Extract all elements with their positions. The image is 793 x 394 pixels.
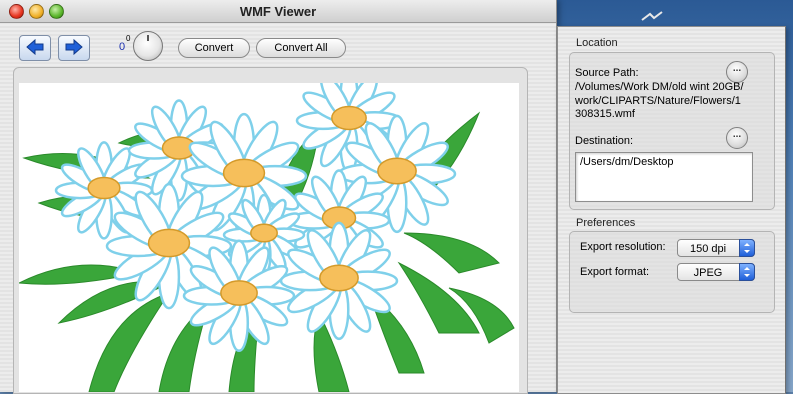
source-path-value: /Volumes/Work DM/old wint 20GB/work/CLIP… [575, 81, 744, 120]
export-format-popup[interactable]: JPEG [677, 263, 755, 281]
export-resolution-value: 150 dpi [689, 243, 727, 255]
location-title: Location [576, 37, 618, 49]
export-format-value: JPEG [693, 267, 723, 279]
destination-browse-button[interactable]: ... [726, 127, 748, 149]
destination-field[interactable]: /Users/dm/Desktop [575, 152, 753, 202]
forward-button[interactable] [58, 35, 90, 61]
convert-all-button[interactable]: Convert All [256, 38, 346, 58]
popup-arrows-icon [739, 263, 755, 281]
rotation-knob[interactable] [133, 31, 163, 61]
forward-arrow-icon [65, 38, 83, 56]
export-resolution-popup[interactable]: 150 dpi [677, 239, 755, 257]
window-title: WMF Viewer [239, 4, 317, 19]
source-path-label: Source Path: [575, 67, 639, 79]
popup-arrows-icon [739, 239, 755, 257]
destination-label: Destination: [575, 135, 634, 147]
title-bar[interactable]: WMF Viewer [0, 0, 556, 23]
preview-canvas [19, 83, 519, 392]
convert-button[interactable]: Convert [178, 38, 250, 58]
main-window: WMF Viewer 0 0 Convert Convert All [0, 0, 557, 394]
knob-value-superscript: 0 [126, 34, 131, 43]
export-resolution-label: Export resolution: [580, 241, 666, 253]
export-format-label: Export format: [580, 266, 650, 278]
preferences-title: Preferences [576, 217, 636, 229]
flowers-clipart-image [19, 83, 515, 392]
source-browse-button[interactable]: ... [726, 61, 748, 83]
knob-value: 0 [119, 41, 126, 53]
desktop-item-icon [641, 11, 663, 21]
back-button[interactable] [19, 35, 51, 61]
knob-marker [147, 35, 149, 41]
back-arrow-icon [26, 38, 44, 56]
